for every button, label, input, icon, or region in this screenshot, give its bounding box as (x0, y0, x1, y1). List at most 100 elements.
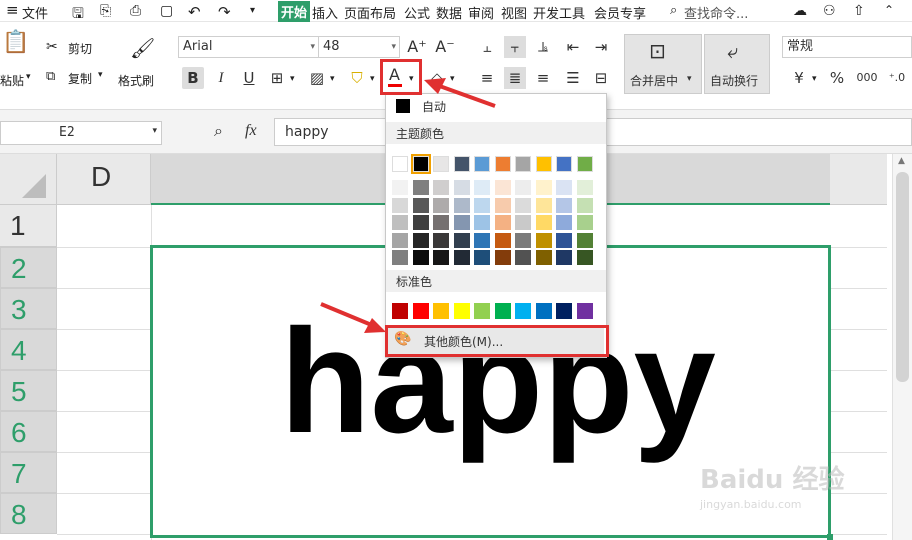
scissors-icon[interactable]: ✂ (46, 39, 58, 55)
row-header-6[interactable]: 6 (0, 411, 57, 452)
fx-label[interactable]: fx (245, 122, 257, 140)
theme-shade-swatch[interactable] (494, 232, 511, 248)
theme-shade-swatch[interactable] (412, 215, 429, 230)
theme-shade-swatch[interactable] (556, 250, 572, 265)
copy-icon[interactable]: ⧉ (46, 69, 55, 84)
increase-font-icon[interactable]: A⁺ (406, 36, 428, 58)
theme-shade-swatch[interactable] (576, 232, 593, 248)
increase-indent-icon[interactable]: ⇥ (590, 36, 612, 58)
fill-handle[interactable] (827, 534, 833, 540)
theme-shade-swatch[interactable] (453, 197, 470, 213)
percent-icon[interactable]: % (826, 67, 848, 89)
theme-shade-swatch[interactable] (474, 180, 490, 195)
theme-shade-swatch[interactable] (453, 215, 470, 230)
scroll-up-icon[interactable]: ▲ (898, 156, 905, 166)
theme-shade-swatch[interactable] (474, 250, 490, 265)
theme-shade-swatch[interactable] (392, 250, 408, 265)
theme-color-swatch[interactable] (556, 156, 572, 172)
border-icon[interactable]: ⊞ (266, 67, 288, 89)
theme-shade-swatch[interactable] (576, 180, 593, 195)
theme-color-swatch[interactable] (494, 156, 511, 172)
theme-shade-swatch[interactable] (433, 232, 449, 248)
tab-view[interactable]: 视图 (501, 3, 527, 22)
paste-button[interactable]: 粘贴 (0, 72, 24, 89)
theme-shade-swatch[interactable] (535, 215, 552, 230)
zoom-icon[interactable]: ⌕ (214, 121, 223, 141)
select-all-corner[interactable] (0, 154, 57, 205)
paste-dropdown-icon[interactable]: ▾ (26, 72, 31, 82)
standard-color-swatch[interactable] (576, 303, 593, 319)
tab-home[interactable]: 开始 (278, 1, 311, 22)
align-right-icon[interactable]: ≡ (532, 67, 554, 89)
theme-shade-swatch[interactable] (412, 197, 429, 213)
format-painter-icon[interactable]: 🖌 (130, 36, 155, 60)
theme-shade-swatch[interactable] (474, 232, 490, 248)
theme-shade-swatch[interactable] (556, 197, 572, 213)
theme-shade-swatch[interactable] (392, 197, 408, 213)
tab-formulas[interactable]: 公式 (404, 3, 430, 22)
theme-shade-swatch[interactable] (515, 232, 531, 248)
theme-shade-swatch[interactable] (535, 250, 552, 265)
standard-color-swatch[interactable] (535, 303, 552, 319)
theme-color-swatch[interactable] (535, 156, 552, 172)
standard-color-swatch[interactable] (433, 303, 449, 319)
wrap-text-button[interactable]: ⤶ 自动换行 (704, 34, 770, 94)
row-header-8[interactable]: 8 (0, 493, 57, 534)
theme-shade-swatch[interactable] (392, 232, 408, 248)
row-header-4[interactable]: 4 (0, 329, 57, 370)
menu-file[interactable]: 文件 (22, 3, 48, 22)
tab-developer[interactable]: 开发工具 (533, 3, 585, 22)
standard-color-swatch[interactable] (412, 303, 429, 319)
theme-color-swatch[interactable] (410, 154, 431, 174)
tab-review[interactable]: 审阅 (468, 3, 494, 22)
theme-shade-swatch[interactable] (556, 180, 572, 195)
tab-page-layout[interactable]: 页面布局 (344, 3, 396, 22)
theme-shade-swatch[interactable] (576, 197, 593, 213)
fill-pattern-icon[interactable]: ▨ (306, 67, 328, 89)
vertical-scrollbar[interactable]: ▲ (892, 154, 912, 540)
collaborate-icon[interactable]: ⇧ (853, 3, 865, 19)
standard-color-swatch[interactable] (494, 303, 511, 319)
hamburger-icon[interactable]: ≡ (6, 1, 19, 19)
theme-shade-swatch[interactable] (515, 180, 531, 195)
theme-shade-swatch[interactable] (535, 197, 552, 213)
cloud-sync-icon[interactable]: ☁ (793, 3, 807, 19)
justify-icon[interactable]: ☰ (562, 67, 584, 89)
theme-shade-swatch[interactable] (515, 197, 531, 213)
align-middle-icon[interactable]: ⫟ (504, 36, 526, 58)
print-icon[interactable]: ⎙ (130, 3, 141, 19)
row-header-5[interactable]: 5 (0, 370, 57, 411)
copy-button[interactable]: 复制 (68, 70, 92, 87)
row-header-2[interactable]: 2 (0, 247, 57, 288)
fill-color-dropdown-icon[interactable]: ▾ (370, 74, 375, 84)
theme-shade-swatch[interactable] (453, 232, 470, 248)
theme-shade-swatch[interactable] (453, 250, 470, 265)
theme-shade-swatch[interactable] (494, 197, 511, 213)
tab-member[interactable]: 会员专享 (594, 3, 646, 22)
decrease-font-icon[interactable]: A⁻ (434, 36, 456, 58)
italic-button[interactable]: I (210, 67, 232, 89)
theme-shade-swatch[interactable] (576, 250, 593, 265)
align-bottom-icon[interactable]: ⫡ (532, 36, 554, 58)
theme-color-swatch[interactable] (474, 156, 490, 172)
standard-color-swatch[interactable] (474, 303, 490, 319)
theme-shade-swatch[interactable] (494, 215, 511, 230)
row-header-1[interactable]: 1 (0, 205, 57, 247)
theme-color-swatch[interactable] (392, 156, 408, 172)
theme-shade-swatch[interactable] (392, 180, 408, 195)
format-painter-button[interactable]: 格式刷 (118, 72, 154, 89)
share-user-icon[interactable]: ⚇ (823, 3, 836, 19)
decimal-icon[interactable]: ⁺.0 (886, 67, 908, 89)
theme-shade-swatch[interactable] (433, 250, 449, 265)
copy-dropdown-icon[interactable]: ▾ (98, 70, 103, 80)
theme-shade-swatch[interactable] (412, 232, 429, 248)
theme-color-swatch[interactable] (453, 156, 470, 172)
standard-color-swatch[interactable] (515, 303, 531, 319)
preview-icon[interactable]: ▢ (160, 3, 173, 19)
font-size-select[interactable]: 48 ▾ (318, 36, 400, 58)
number-format-select[interactable]: 常规 (782, 36, 912, 58)
theme-shade-swatch[interactable] (515, 250, 531, 265)
theme-shade-swatch[interactable] (535, 180, 552, 195)
search-icon[interactable]: ⌕ (670, 3, 677, 18)
currency-icon[interactable]: ¥ (788, 67, 810, 89)
